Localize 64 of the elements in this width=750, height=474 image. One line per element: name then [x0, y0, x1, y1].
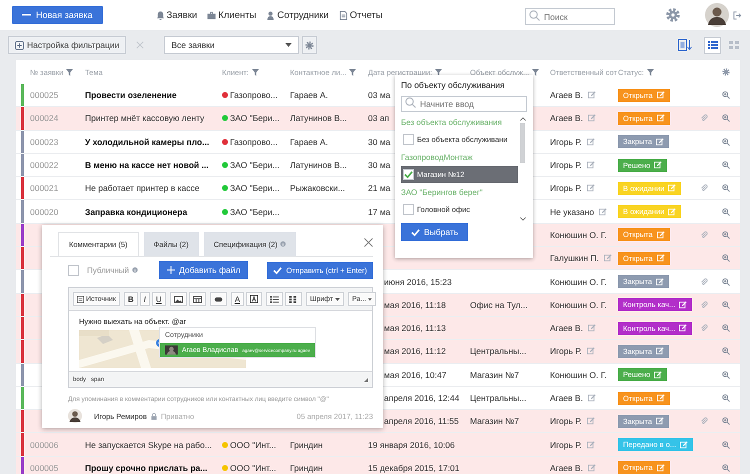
responsible-name: Галушкин П. — [550, 253, 599, 264]
service-object: Магазин №7 — [470, 416, 519, 426]
contact-name: Гараев А. — [290, 136, 328, 147]
responsible-name: Игорь Р. — [550, 346, 582, 356]
registration-date: 17 ма — [368, 206, 390, 217]
responsible-name: Конюшин О. Г. — [550, 300, 607, 310]
group-label: ГазопроводМонтаж — [401, 153, 474, 162]
contact-name: Гараев А. — [290, 90, 328, 100]
responsible-name: Конюшин О. Г. — [550, 230, 607, 240]
registration-date: 19 января 2016, 10:06 — [368, 440, 455, 450]
responsible-name: Не указано — [550, 206, 594, 217]
service-object: Офис на Тул... — [470, 300, 528, 310]
contact-name: Латунинов В... — [290, 113, 347, 124]
responsible-name: Конюшин О. Г. — [550, 370, 607, 380]
request-number: 000022 — [30, 160, 58, 170]
registration-date: апреля 2016, 11:55 — [384, 416, 459, 426]
contact-name: Гриндин — [290, 440, 323, 450]
registration-date: 30 ма — [368, 136, 390, 147]
request-number: 000024 — [30, 113, 58, 124]
request-number: 000025 — [30, 90, 58, 100]
client-name: ООО "Инт... — [230, 440, 276, 450]
registration-date: мая 2016, 11:13 — [384, 323, 446, 334]
responsible-name: Агаев В. — [550, 393, 583, 403]
contact-name: Рыжаковски... — [290, 183, 345, 194]
contact-name: Латунинов В... — [290, 160, 347, 170]
registration-date: 03 ап — [368, 113, 390, 124]
responsible-name: Агаев В. — [550, 113, 583, 124]
client-name: Газопрово... — [230, 90, 278, 100]
registration-date: мая 2016, 11:12 — [384, 346, 446, 356]
client-name: ЗАО "Бери... — [230, 183, 280, 194]
responsible-name: Агаев В. — [550, 323, 583, 334]
client-name: ЗАО "Бери... — [230, 113, 280, 124]
responsible-name: Агаев В. — [550, 90, 583, 100]
responsible-name: Игорь Р. — [550, 416, 582, 426]
request-number: 000023 — [30, 136, 58, 147]
client-name: ЗАО "Бери... — [230, 206, 280, 217]
request-number: 000005 — [30, 462, 58, 473]
group-label: ЗАО "Берингов берег" — [401, 188, 484, 197]
responsible-name: Игорь Р. — [550, 160, 582, 170]
request-number: 000021 — [30, 183, 58, 194]
registration-date: апреля 2016, 12:44 — [384, 393, 460, 403]
contact-name: Гриндин — [290, 462, 323, 473]
registration-date: июня 2016, 15:23 — [384, 276, 452, 287]
registration-date: 15 декабря 2015, 17:01 — [368, 462, 460, 473]
client-name: Газопрово... — [230, 136, 278, 147]
client-name: ЗАО "Бери... — [230, 160, 280, 170]
service-object: Центральны... — [470, 393, 526, 403]
checkbox-label: Публичный — [87, 266, 130, 274]
responsible-name: Агаев В. — [550, 462, 583, 473]
responsible-name: Игорь Р. — [550, 136, 582, 147]
group-label: Без объекта обслуживания — [401, 118, 503, 127]
registration-date: мая 2016, 11:18 — [384, 300, 446, 310]
client-name: ООО "Инт... — [230, 462, 276, 473]
registration-date: мая 2016, 10:47 — [384, 370, 446, 380]
request-number: 000006 — [30, 440, 58, 450]
registration-date: 30 ма — [368, 160, 390, 170]
registration-date: 03 ма — [368, 90, 390, 100]
request-number: 000020 — [30, 206, 58, 217]
registration-date: 21 ма — [368, 183, 390, 194]
responsible-name: Конюшин О. Г. — [550, 276, 607, 287]
service-object: Центральны... — [470, 346, 526, 356]
responsible-name: Игорь Р. — [550, 183, 582, 194]
service-object: Магазин №7 — [470, 370, 519, 380]
responsible-name: Игорь Р. — [550, 440, 582, 450]
